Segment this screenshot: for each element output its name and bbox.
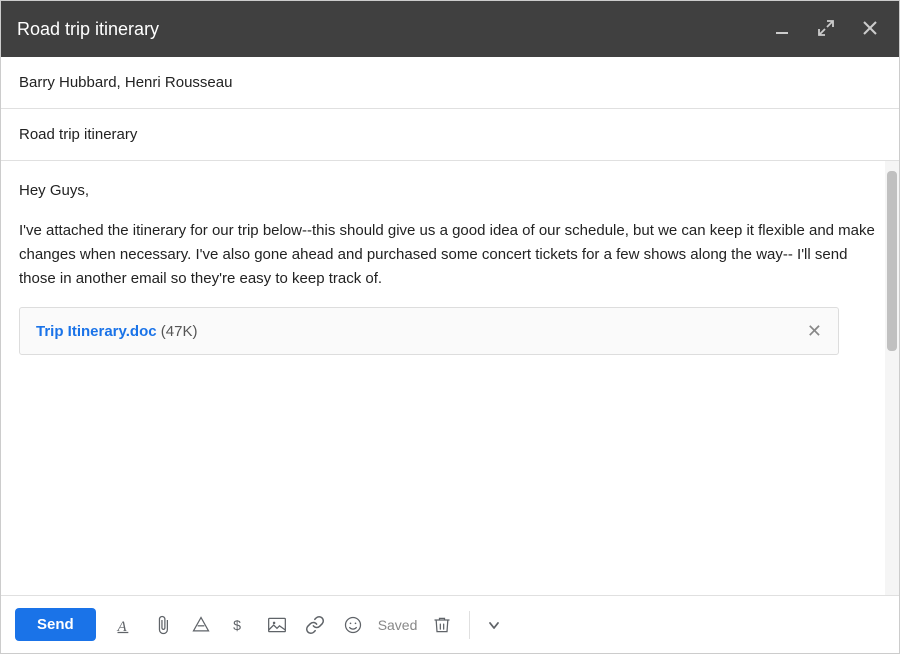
drive-icon: [191, 615, 211, 635]
titlebar-controls: [769, 17, 883, 42]
saved-label: Saved: [378, 617, 418, 633]
body-greeting: Hey Guys,: [19, 179, 881, 203]
drive-button[interactable]: [184, 610, 218, 640]
photo-icon: [267, 615, 287, 635]
more-options-button[interactable]: [480, 612, 508, 638]
maximize-button[interactable]: [813, 17, 839, 42]
money-button[interactable]: $: [222, 610, 256, 640]
close-button[interactable]: [857, 17, 883, 42]
to-field[interactable]: Barry Hubbard, Henri Rousseau: [1, 57, 899, 109]
delete-button[interactable]: [425, 610, 459, 640]
attachment-remove-button[interactable]: ✕: [807, 322, 822, 340]
link-button[interactable]: [298, 610, 332, 640]
scrollbar-thumb: [887, 171, 897, 351]
formatting-icon: A: [115, 615, 135, 635]
delete-icon: [432, 615, 452, 635]
subject-field[interactable]: Road trip itinerary: [1, 109, 899, 161]
emoji-button[interactable]: [336, 610, 370, 640]
to-value: Barry Hubbard, Henri Rousseau: [19, 74, 232, 91]
body-paragraph: I've attached the itinerary for our trip…: [19, 219, 881, 291]
compose-window: Road trip itinerary: [0, 0, 900, 654]
photo-button[interactable]: [260, 610, 294, 640]
attachment-name[interactable]: Trip Itinerary.doc: [36, 323, 157, 340]
scrollbar[interactable]: [885, 161, 899, 595]
chevron-down-icon: [486, 617, 502, 633]
toolbar-divider: [469, 611, 470, 639]
attachment-info: Trip Itinerary.doc (47K): [36, 323, 197, 340]
formatting-button[interactable]: A: [108, 610, 142, 640]
money-icon: $: [229, 615, 249, 635]
minimize-button[interactable]: [769, 17, 795, 42]
attachment-box: Trip Itinerary.doc (47K) ✕: [19, 307, 839, 355]
attach-icon: [153, 615, 173, 635]
window-title: Road trip itinerary: [17, 19, 159, 40]
close-icon: [861, 19, 879, 37]
body-area[interactable]: Hey Guys, I've attached the itinerary fo…: [1, 161, 899, 595]
link-icon: [305, 615, 325, 635]
minimize-icon: [773, 19, 791, 37]
maximize-icon: [817, 19, 835, 37]
titlebar: Road trip itinerary: [1, 1, 899, 57]
emoji-icon: [343, 615, 363, 635]
toolbar: Send A $: [1, 595, 899, 653]
attach-button[interactable]: [146, 610, 180, 640]
send-button[interactable]: Send: [15, 608, 96, 641]
body-text: Hey Guys, I've attached the itinerary fo…: [19, 179, 881, 291]
attachment-size: (47K): [161, 323, 198, 340]
svg-text:$: $: [233, 618, 241, 634]
subject-value: Road trip itinerary: [19, 126, 137, 143]
